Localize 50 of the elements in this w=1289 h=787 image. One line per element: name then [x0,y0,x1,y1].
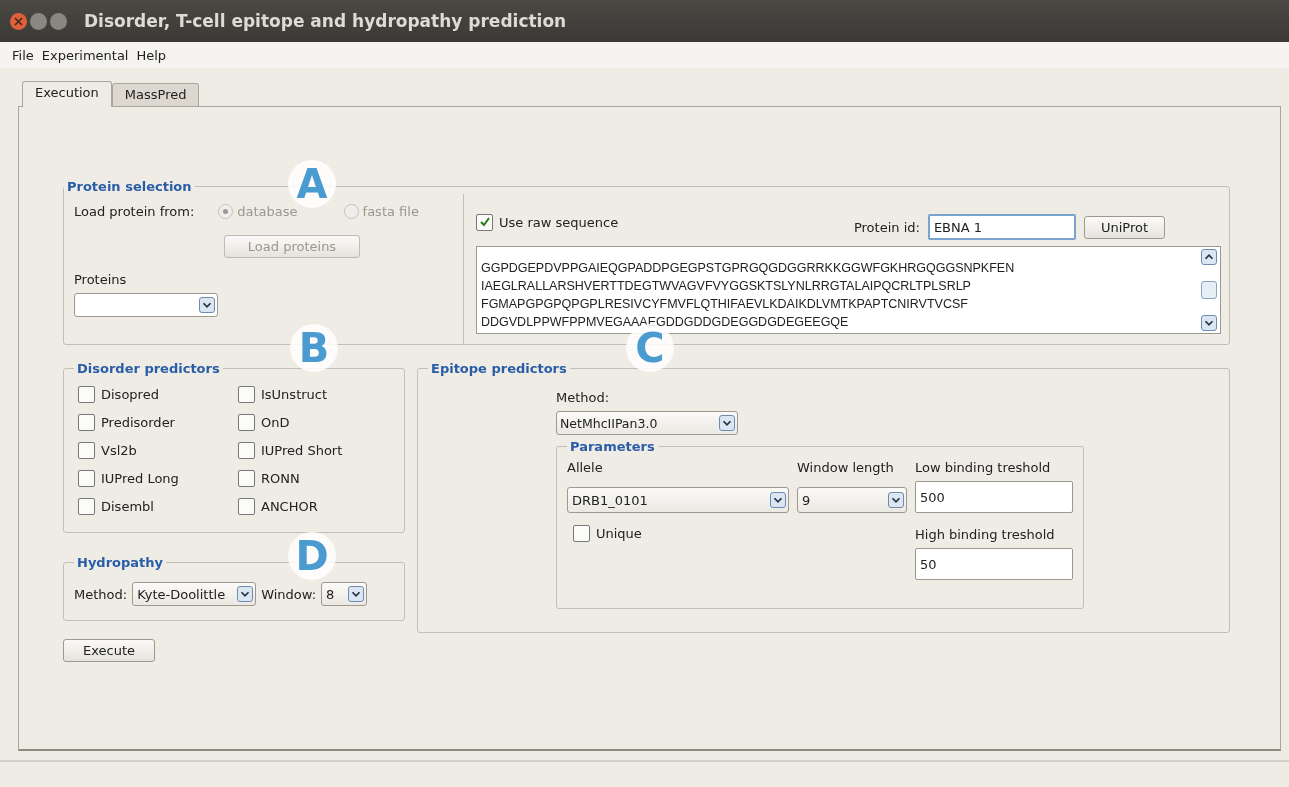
tab[interactable]: Execution [22,81,112,107]
checkbox-label: Vsl2b [101,443,137,458]
execute-button[interactable]: Execute [63,639,155,662]
field-label: Window length [797,460,895,475]
checkbox-label: IUPred Short [261,443,343,458]
radio-label: fasta file [362,204,419,219]
window-title: Disorder, T-cell epitope and hydropathy prediction [84,11,567,31]
window-dropdown[interactable]: 8 [321,582,368,606]
field-label: Window: [261,586,317,602]
field-label: Allele [567,460,604,475]
group-title: Protein selection [66,179,193,194]
checkbox-label: IUPred Long [101,471,179,486]
protein-id-field[interactable]: EBNA 1 [927,214,1076,240]
menu-item[interactable]: Help [136,47,167,63]
field-label: Method: [556,390,610,405]
annotation-letter: A [288,160,336,208]
field-label: Method: [74,586,128,602]
checkbox-label: ANCHOR [261,499,318,514]
checkbox-label: RONN [261,471,300,486]
group-title: Hydropathy [76,555,165,570]
group-title: Epitope predictors [430,361,568,376]
checkbox-label: Use raw sequence [499,214,619,230]
field-label: Protein id: [853,219,920,235]
annotation-letter: D [288,532,336,580]
checkbox-label: Unique [596,526,642,541]
field-label: High binding treshold [915,527,1056,542]
method-dropdown[interactable]: NetMhcIIPan3.0 [556,411,738,435]
sequence-line: FGMAPGPGPQPGPLRESIVCYFMVFLQTHIFAEVLKDAIKDLVMTKPAPTCNIRVTVCSF [481,296,969,313]
allele-dropdown[interactable]: DRB1_0101 [567,487,789,513]
window-length-dropdown[interactable]: 9 [797,487,907,513]
field-label: Load protein from: [74,204,195,219]
sequence-line: IAEGLRALLARSHVERTTDEGTWVAGVFVYGGSKTSLYNLRRGTALAIPQCRLTPLSRLP [481,278,972,295]
sequence-line: GGPDGEPDVPPGAIEQGPADDPGEGPSTGPRGQGDGGRRKKGGWFGKHRGQGGSNPKFEN [481,260,1015,277]
uniprot-button[interactable]: UniProt [1083,215,1165,239]
checkbox-label: Disopred [101,387,159,402]
low-threshold-field[interactable]: 500 [915,481,1073,513]
checkbox-label: OnD [261,415,290,430]
field-label: Proteins [74,272,128,287]
tab[interactable]: MassPred [111,83,200,106]
checkbox-label: IsUnstruct [261,387,328,402]
checkbox-label: Disembl [101,499,154,514]
menu-item[interactable]: Experimental [41,47,129,63]
annotation-letter: B [290,324,338,372]
field-label: Low binding treshold [915,460,1052,475]
method-dropdown[interactable]: Kyte-Doolittle [132,582,257,606]
checkbox-label: Predisorder [101,415,175,430]
high-threshold-field[interactable]: 50 [915,548,1073,580]
menu-item[interactable]: File [12,47,34,63]
group-title: Disorder predictors [76,361,221,376]
group-title: Parameters [569,439,656,454]
